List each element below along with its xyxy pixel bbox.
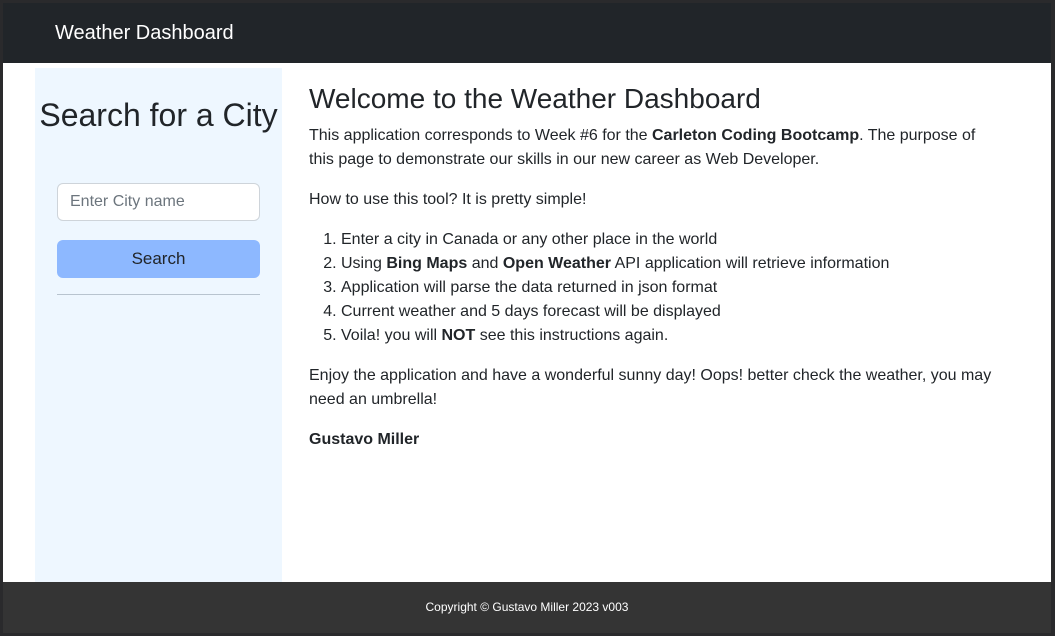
city-search-input[interactable]	[57, 183, 260, 221]
welcome-section: Welcome to the Weather Dashboard This ap…	[309, 82, 999, 468]
page-content: Search for a City Search Welcome to the …	[7, 63, 1051, 582]
instruction-step-1: Enter a city in Canada or any other plac…	[341, 228, 999, 252]
step5-text-start: Voila! you will	[341, 327, 442, 344]
howto-paragraph: How to use this tool? It is pretty simpl…	[309, 191, 587, 208]
bing-maps-label: Bing Maps	[386, 255, 468, 272]
copyright-text: Copyright © Gustavo Miller 2023 v003	[425, 600, 629, 614]
navbar-brand[interactable]: Weather Dashboard	[55, 20, 234, 46]
bootcamp-name: Carleton Coding Bootcamp	[652, 127, 860, 144]
instruction-step-2: Using Bing Maps and Open Weather API app…	[341, 252, 999, 276]
step2-text-start: Using	[341, 255, 387, 272]
instruction-step-5: Voila! you will NOT see this instruction…	[341, 324, 999, 348]
not-emphasis: NOT	[441, 327, 476, 344]
step5-text-end: see this instructions again.	[475, 327, 669, 344]
search-sidebar: Search for a City Search	[35, 68, 282, 582]
browser-viewport: Weather Dashboard Search for a City Sear…	[3, 3, 1051, 633]
instructions-list: Enter a city in Canada or any other plac…	[309, 228, 999, 348]
open-weather-label: Open Weather	[502, 255, 612, 272]
step2-and: and	[467, 255, 503, 272]
welcome-title: Welcome to the Weather Dashboard	[309, 83, 761, 114]
footer: Copyright © Gustavo Miller 2023 v003	[3, 582, 1051, 633]
search-button[interactable]: Search	[57, 240, 260, 278]
instruction-step-3: Application will parse the data returned…	[341, 276, 999, 300]
navbar: Weather Dashboard	[3, 3, 1051, 63]
intro-paragraph: This application corresponds to Week #6 …	[309, 124, 999, 172]
step2-text-end: API application will retrieve informatio…	[611, 255, 890, 272]
instruction-step-4: Current weather and 5 days forecast will…	[341, 300, 999, 324]
sidebar-divider	[57, 294, 260, 295]
author-name: Gustavo Miller	[309, 431, 420, 448]
search-title: Search for a City	[39, 97, 278, 133]
intro-text-start: This application corresponds to Week #6 …	[309, 127, 652, 144]
closing-paragraph: Enjoy the application and have a wonderf…	[309, 367, 992, 408]
